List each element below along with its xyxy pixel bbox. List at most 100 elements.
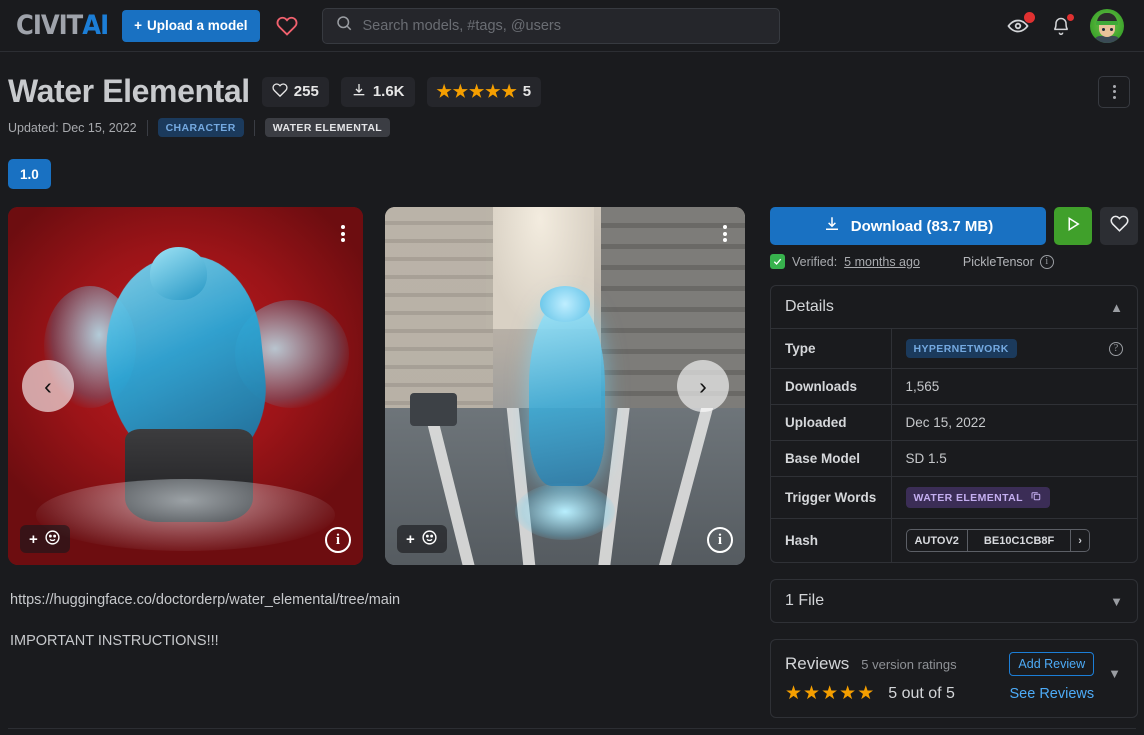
run-model-button[interactable] xyxy=(1054,207,1092,246)
heart-outline-icon xyxy=(272,82,288,102)
image-2-options-button[interactable] xyxy=(719,221,731,246)
rating-stars: ★ ★ ★ ★ ★ xyxy=(437,83,517,100)
notifications-bell-icon[interactable] xyxy=(1048,12,1075,39)
likes-stat[interactable]: 255 xyxy=(261,76,329,107)
chevron-right-icon: › xyxy=(699,372,707,399)
tag-character[interactable]: CHARACTER xyxy=(157,118,244,138)
gallery-image-1[interactable]: ‹ + i xyxy=(8,207,363,566)
shield-check-icon xyxy=(770,254,785,270)
upload-model-button[interactable]: + Upload a model xyxy=(122,9,260,42)
star-icon: ★ xyxy=(436,82,452,102)
bottom-divider xyxy=(8,728,1136,729)
header-actions xyxy=(1006,8,1128,43)
hash-value[interactable]: BE10C1CB8F xyxy=(966,530,1070,552)
reviews-score-row: ★ ★ ★ ★ ★ 5 out of 5 See Reviews xyxy=(785,684,1094,703)
description-link-line[interactable]: https://huggingface.co/doctorderp/water_… xyxy=(10,591,756,610)
reviews-header-row: Reviews 5 version ratings Add Review xyxy=(785,652,1095,677)
details-row-base-model: Base Model SD 1.5 xyxy=(771,440,1137,477)
right-sidebar: Download (83.7 MB) Verified: 5 months ag… xyxy=(770,207,1138,719)
downloads-count: 1.6K xyxy=(372,83,405,101)
favorite-model-button[interactable] xyxy=(1100,207,1138,246)
version-tab-1-0[interactable]: 1.0 xyxy=(8,159,51,190)
water-foam xyxy=(36,479,335,551)
model-options-button[interactable] xyxy=(1098,75,1130,108)
image-1-info-button[interactable]: i xyxy=(325,527,351,554)
chevron-left-icon: ‹ xyxy=(44,372,52,399)
rating-stat[interactable]: ★ ★ ★ ★ ★ 5 xyxy=(426,76,542,107)
downloads-stat[interactable]: 1.6K xyxy=(340,76,415,107)
model-page: Water Elemental 255 1.6K ★ ★ ★ ★ ★ 5 Upd… xyxy=(0,52,1144,735)
details-row-downloads: Downloads 1,565 xyxy=(771,368,1137,405)
trigger-word-label: WATER ELEMENTAL xyxy=(913,491,1023,504)
pickle-tensor-label: PickleTensor xyxy=(962,254,1034,269)
verified-label: Verified: xyxy=(792,254,838,269)
details-row-type: Type HYPERNETWORK ? xyxy=(771,328,1137,369)
plus-icon: + xyxy=(406,530,415,548)
vertical-dots-icon xyxy=(341,225,345,243)
format-info: PickleTensor i xyxy=(962,254,1054,269)
verified-time-link[interactable]: 5 months ago xyxy=(844,255,920,269)
model-meta-row: Updated: Dec 15, 2022 CHARACTER WATER EL… xyxy=(8,118,1136,138)
water-figure-hair xyxy=(539,285,591,322)
copy-icon[interactable] xyxy=(1030,490,1042,505)
pickle-info-icon[interactable]: i xyxy=(1039,254,1054,269)
avatar-body xyxy=(1094,35,1120,43)
download-button[interactable]: Download (83.7 MB) xyxy=(770,207,1046,246)
details-panel-header[interactable]: Details ▲ xyxy=(771,286,1137,328)
reviews-collapse-toggle[interactable]: ▼ xyxy=(1094,652,1123,681)
image-1-react-button[interactable]: + xyxy=(20,525,70,554)
likes-count: 255 xyxy=(293,83,319,101)
reviews-main: Reviews 5 version ratings Add Review ★ ★… xyxy=(785,652,1095,703)
details-key: Uploaded xyxy=(771,404,892,441)
image-2-info-button[interactable]: i xyxy=(707,527,733,554)
hide-nsfw-eye-icon[interactable] xyxy=(1006,10,1036,39)
model-title-row: Water Elemental 255 1.6K ★ ★ ★ ★ ★ 5 xyxy=(8,52,1136,109)
image-gallery: ‹ + i › + i xyxy=(8,207,756,566)
see-reviews-link[interactable]: See Reviews xyxy=(1010,686,1095,702)
model-description: https://huggingface.co/doctorderp/water_… xyxy=(8,591,756,651)
details-key: Hash xyxy=(771,518,892,563)
details-key: Downloads xyxy=(771,368,892,405)
reviews-stars: ★ ★ ★ ★ ★ xyxy=(785,684,874,703)
type-help-icon[interactable]: ? xyxy=(1109,341,1123,356)
image-1-options-button[interactable] xyxy=(337,221,349,246)
chevron-right-icon[interactable]: › xyxy=(1070,530,1089,552)
search-bar[interactable] xyxy=(321,7,780,44)
civitai-logo[interactable]: CIVIT AI xyxy=(16,10,109,41)
star-icon: ★ xyxy=(501,82,517,102)
add-review-button[interactable]: Add Review xyxy=(1009,652,1095,677)
gallery-image-2[interactable]: › + i xyxy=(385,207,745,566)
tag-water-elemental[interactable]: WATER ELEMENTAL xyxy=(264,118,391,138)
star-icon: ★ xyxy=(469,82,485,102)
details-row-trigger-words: Trigger Words WATER ELEMENTAL xyxy=(771,476,1137,519)
download-button-label: Download (83.7 MB) xyxy=(850,217,994,235)
user-avatar[interactable] xyxy=(1090,8,1124,43)
star-icon: ★ xyxy=(785,683,803,705)
chevron-up-icon: ▲ xyxy=(1110,299,1123,315)
plus-icon: + xyxy=(134,18,142,33)
gallery-prev-button[interactable]: ‹ xyxy=(22,360,74,413)
content-area: ‹ + i › + i https://huggingface.co/docto… xyxy=(8,207,1138,719)
avatar-headband xyxy=(1096,20,1118,25)
trigger-word-badge[interactable]: WATER ELEMENTAL xyxy=(905,487,1050,509)
gallery-next-button[interactable]: › xyxy=(677,360,729,413)
download-icon xyxy=(823,215,841,237)
logo-text-civit: CIVIT xyxy=(16,10,83,41)
version-tabs: 1.0 xyxy=(8,159,1136,190)
favorites-heart-icon[interactable] xyxy=(274,13,300,39)
search-input[interactable] xyxy=(362,17,767,34)
reviews-content: Reviews 5 version ratings Add Review ★ ★… xyxy=(771,640,1137,717)
reviews-score: 5 out of 5 xyxy=(888,684,955,702)
details-value: 1,565 xyxy=(891,368,1137,405)
rating-count: 5 xyxy=(522,83,532,101)
image-2-react-button[interactable]: + xyxy=(397,525,447,554)
details-title: Details xyxy=(785,298,834,316)
type-badge[interactable]: HYPERNETWORK xyxy=(905,339,1017,359)
meta-divider xyxy=(146,119,148,136)
star-icon: ★ xyxy=(821,683,839,705)
files-panel-header[interactable]: 1 File ▼ xyxy=(771,580,1137,622)
download-actions: Download (83.7 MB) xyxy=(770,207,1138,246)
vertical-dots-icon xyxy=(723,225,727,243)
plus-icon: + xyxy=(29,530,38,548)
details-panel: Details ▲ Type HYPERNETWORK ? Downloads … xyxy=(770,285,1138,564)
